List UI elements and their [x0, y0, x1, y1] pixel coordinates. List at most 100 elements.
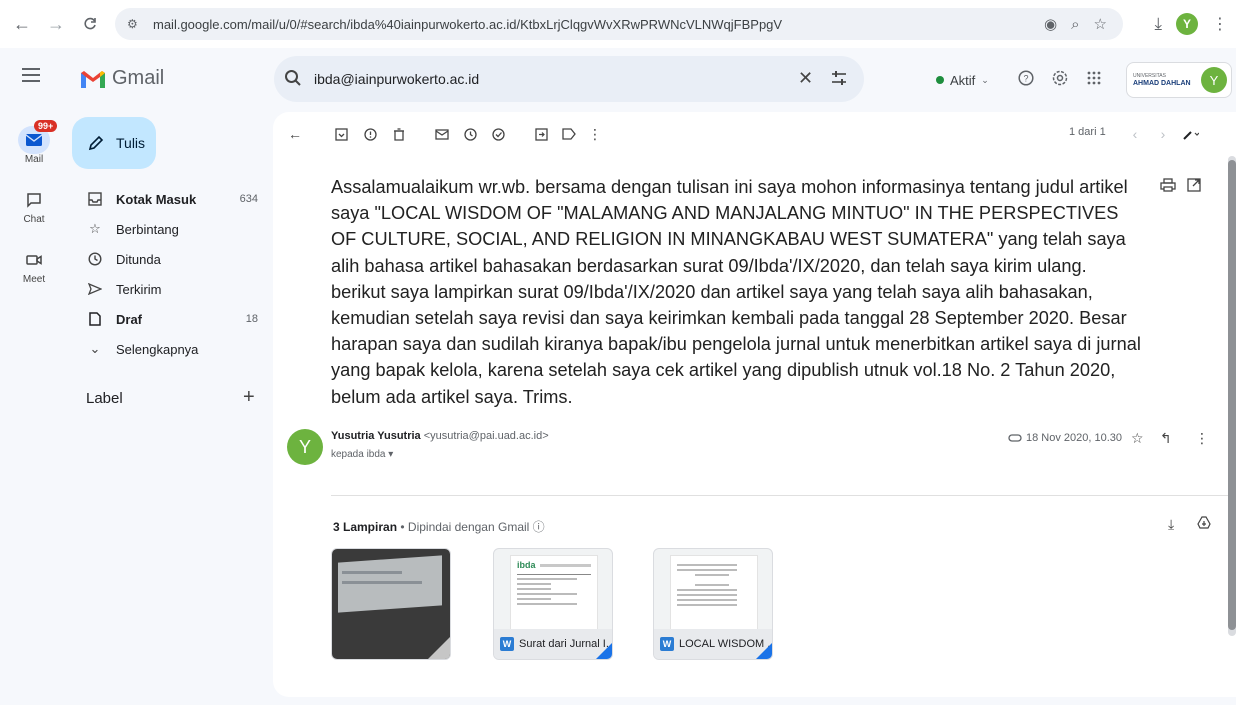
document-preview: ibda — [510, 555, 598, 631]
message-date: 18 Nov 2020, 10.30 — [1008, 432, 1122, 444]
site-settings-icon[interactable]: ⚙ — [127, 17, 147, 31]
word-file-icon: W — [660, 637, 674, 651]
info-icon[interactable]: ⓘ — [533, 520, 545, 534]
chevron-down-icon: ⌄ — [981, 74, 989, 85]
status-dot-icon — [936, 76, 944, 84]
nav-label: Selengkapnya — [116, 341, 199, 357]
app-rail: 99+ Mail Chat Meet — [0, 112, 68, 292]
gmail-logo[interactable]: Gmail — [80, 67, 164, 90]
browser-toolbar: ← → ⚙ mail.google.com/mail/u/0/#search/i… — [0, 0, 1236, 48]
reply-icon[interactable]: ↰ — [1160, 430, 1172, 447]
attachments-header: 3 Lampiran • Dipindai dengan Gmail ⓘ — [333, 520, 545, 534]
nav-label: Ditunda — [116, 251, 161, 267]
nav-label: Draf — [116, 311, 143, 327]
nav-item-more[interactable]: ⌄ Selengkapnya — [72, 334, 272, 364]
gmail-m-icon — [81, 70, 105, 88]
address-bar[interactable]: ⚙ mail.google.com/mail/u/0/#search/ibda%… — [115, 8, 1123, 40]
nav-label: Terkirim — [116, 281, 162, 297]
nav-count: 18 — [245, 313, 258, 325]
nav-label: Kotak Masuk — [116, 191, 197, 207]
search-options-icon[interactable] — [830, 69, 848, 87]
chevron-down-icon: ⌄ — [89, 341, 101, 356]
star-icon: ☆ — [89, 221, 101, 236]
sender-name[interactable]: Yusutria Yusutria — [331, 430, 421, 442]
clear-search-icon[interactable]: ✕ — [798, 68, 813, 89]
download-icon[interactable]: ⤓ — [1154, 14, 1162, 34]
date-text: 18 Nov 2020, 10.30 — [1026, 432, 1123, 444]
browser-profile-avatar[interactable]: Y — [1176, 13, 1198, 35]
chevron-down-icon: ▾ — [388, 449, 394, 460]
add-label-icon[interactable]: + — [243, 386, 255, 409]
more-vert-icon[interactable]: ⋮ — [1212, 14, 1228, 34]
nav-item-sent[interactable]: Terkirim — [72, 274, 272, 304]
org-logo: UNIVERSITAS AHMAD DAHLAN — [1133, 73, 1191, 87]
account-switcher[interactable]: UNIVERSITAS AHMAD DAHLAN Y — [1126, 62, 1232, 98]
eye-icon[interactable]: ◉ — [1044, 15, 1057, 33]
search-bar[interactable]: ibda@iainpurwokerto.ac.id ✕ — [274, 56, 864, 102]
fold-corner — [596, 643, 612, 659]
main-menu-icon[interactable] — [22, 68, 40, 82]
labels-heading: Label — [86, 390, 123, 407]
newer-icon[interactable]: ‹ — [1125, 124, 1145, 144]
word-file-icon: W — [500, 637, 514, 651]
account-avatar[interactable]: Y — [1201, 67, 1227, 93]
recipient-text: kepada ibda — [331, 449, 386, 460]
scrollbar[interactable] — [1228, 156, 1236, 636]
snooze-icon[interactable] — [460, 124, 480, 144]
nav-item-inbox[interactable]: Kotak Masuk 634 — [72, 184, 272, 214]
scrollbar-thumb[interactable] — [1228, 160, 1236, 630]
compose-button[interactable]: Tulis — [72, 117, 156, 169]
status-label: Aktif — [950, 72, 976, 88]
save-to-drive-icon[interactable] — [1197, 516, 1211, 530]
input-tools-icon[interactable] — [1181, 124, 1201, 144]
label-icon[interactable] — [559, 124, 579, 144]
clock-icon — [86, 252, 104, 266]
settings-icon[interactable] — [1052, 70, 1068, 86]
attachment-word-2[interactable]: W LOCAL WISDOM ... — [653, 548, 773, 660]
reload-icon[interactable] — [76, 10, 104, 38]
zoom-icon[interactable]: ⌕ — [1071, 16, 1079, 33]
star-icon[interactable]: ☆ — [1131, 430, 1144, 447]
delete-icon[interactable] — [389, 124, 409, 144]
sender-avatar[interactable]: Y — [287, 429, 323, 465]
archive-icon[interactable] — [331, 124, 351, 144]
search-input[interactable]: ibda@iainpurwokerto.ac.id — [314, 71, 479, 87]
attachment-word-1[interactable]: ibda W Surat dari Jurnal I... — [493, 548, 613, 660]
attachment-image-thumbnail[interactable] — [331, 548, 451, 660]
scan-note: Dipindai dengan Gmail — [407, 520, 530, 534]
download-all-icon[interactable]: ⤓ — [1168, 516, 1174, 533]
search-icon[interactable] — [284, 69, 302, 87]
rail-item-mail[interactable]: 99+ Mail — [0, 112, 68, 172]
help-icon[interactable]: ? — [1018, 70, 1034, 86]
sender-email: <yusutria@pai.uad.ac.id> — [423, 430, 549, 442]
mark-unread-icon[interactable] — [432, 124, 452, 144]
chat-icon — [18, 186, 50, 214]
gmail-header: Gmail ibda@iainpurwokerto.ac.id ✕ Aktif … — [0, 48, 1236, 112]
report-spam-icon[interactable] — [360, 124, 380, 144]
back-icon[interactable]: ← — [8, 10, 36, 38]
rail-item-meet[interactable]: Meet — [0, 232, 68, 292]
nav-count: 634 — [239, 193, 258, 205]
more-actions-icon[interactable]: ⋮ — [585, 124, 605, 144]
unread-badge: 99+ — [34, 120, 58, 132]
nav-item-starred[interactable]: ☆ Berbintang — [72, 214, 272, 244]
add-task-icon[interactable] — [488, 124, 508, 144]
forward-icon[interactable]: → — [42, 10, 70, 38]
status-selector[interactable]: Aktif ⌄ — [924, 65, 1001, 95]
move-to-icon[interactable] — [531, 124, 551, 144]
recipient-line[interactable]: kepada ibda ▾ — [331, 449, 393, 460]
rail-label-meet: Meet — [22, 274, 46, 285]
document-preview — [670, 555, 758, 631]
nav-item-drafts[interactable]: Draf 18 — [72, 304, 272, 334]
older-icon[interactable]: › — [1153, 124, 1173, 144]
back-to-list-icon[interactable]: ← — [285, 124, 305, 144]
apps-grid-icon[interactable] — [1086, 70, 1102, 86]
print-icon[interactable] — [1160, 178, 1176, 192]
nav-item-snoozed[interactable]: Ditunda — [72, 244, 272, 274]
app-name: Gmail — [112, 67, 165, 89]
rail-item-chat[interactable]: Chat — [0, 172, 68, 232]
bookmark-star-icon[interactable]: ☆ — [1094, 15, 1107, 33]
compose-label: Tulis — [116, 135, 146, 151]
open-new-window-icon[interactable] — [1187, 178, 1201, 192]
more-options-icon[interactable]: ⋮ — [1195, 430, 1209, 447]
